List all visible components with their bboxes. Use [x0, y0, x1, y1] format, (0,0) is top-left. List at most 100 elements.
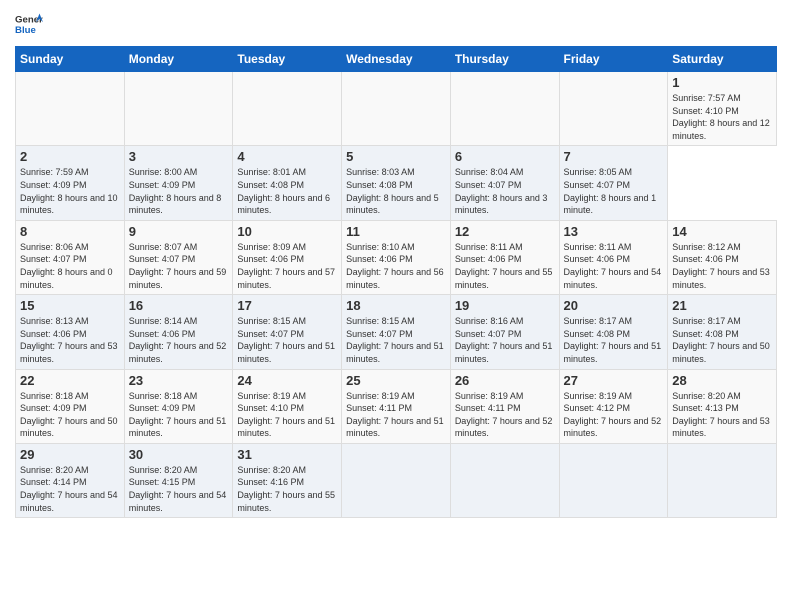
day-info: Sunrise: 8:17 AMSunset: 4:08 PMDaylight:… — [672, 316, 770, 364]
table-row: 29 Sunrise: 8:20 AMSunset: 4:14 PMDaylig… — [16, 443, 777, 517]
calendar-cell: 27 Sunrise: 8:19 AMSunset: 4:12 PMDaylig… — [559, 369, 668, 443]
calendar-cell — [233, 72, 342, 146]
calendar-cell: 4 Sunrise: 8:01 AMSunset: 4:08 PMDayligh… — [233, 146, 342, 220]
day-number: 6 — [455, 149, 555, 164]
table-row: 15 Sunrise: 8:13 AMSunset: 4:06 PMDaylig… — [16, 295, 777, 369]
day-number: 31 — [237, 447, 337, 462]
day-number: 3 — [129, 149, 229, 164]
calendar-cell: 20 Sunrise: 8:17 AMSunset: 4:08 PMDaylig… — [559, 295, 668, 369]
calendar-cell: 23 Sunrise: 8:18 AMSunset: 4:09 PMDaylig… — [124, 369, 233, 443]
table-row: 8 Sunrise: 8:06 AMSunset: 4:07 PMDayligh… — [16, 220, 777, 294]
day-info: Sunrise: 8:20 AMSunset: 4:14 PMDaylight:… — [20, 465, 118, 513]
day-info: Sunrise: 8:19 AMSunset: 4:11 PMDaylight:… — [455, 391, 553, 439]
calendar-cell — [559, 443, 668, 517]
calendar-cell: 31 Sunrise: 8:20 AMSunset: 4:16 PMDaylig… — [233, 443, 342, 517]
day-info: Sunrise: 8:13 AMSunset: 4:06 PMDaylight:… — [20, 316, 118, 364]
calendar-cell: 28 Sunrise: 8:20 AMSunset: 4:13 PMDaylig… — [668, 369, 777, 443]
calendar-cell: 15 Sunrise: 8:13 AMSunset: 4:06 PMDaylig… — [16, 295, 125, 369]
day-info: Sunrise: 8:18 AMSunset: 4:09 PMDaylight:… — [129, 391, 227, 439]
day-info: Sunrise: 8:01 AMSunset: 4:08 PMDaylight:… — [237, 167, 330, 215]
calendar-cell: 24 Sunrise: 8:19 AMSunset: 4:10 PMDaylig… — [233, 369, 342, 443]
calendar-cell: 16 Sunrise: 8:14 AMSunset: 4:06 PMDaylig… — [124, 295, 233, 369]
calendar-cell — [16, 72, 125, 146]
day-number: 7 — [564, 149, 664, 164]
day-info: Sunrise: 8:09 AMSunset: 4:06 PMDaylight:… — [237, 242, 335, 290]
table-row: 2 Sunrise: 7:59 AMSunset: 4:09 PMDayligh… — [16, 146, 777, 220]
day-number: 15 — [20, 298, 120, 313]
day-info: Sunrise: 8:19 AMSunset: 4:11 PMDaylight:… — [346, 391, 444, 439]
calendar-cell: 12 Sunrise: 8:11 AMSunset: 4:06 PMDaylig… — [450, 220, 559, 294]
day-info: Sunrise: 8:18 AMSunset: 4:09 PMDaylight:… — [20, 391, 118, 439]
calendar-cell — [342, 72, 451, 146]
logo-icon: General Blue — [15, 10, 43, 38]
day-number: 24 — [237, 373, 337, 388]
day-number: 22 — [20, 373, 120, 388]
calendar-cell: 21 Sunrise: 8:17 AMSunset: 4:08 PMDaylig… — [668, 295, 777, 369]
day-info: Sunrise: 8:11 AMSunset: 4:06 PMDaylight:… — [455, 242, 553, 290]
day-info: Sunrise: 7:57 AMSunset: 4:10 PMDaylight:… — [672, 93, 770, 141]
day-info: Sunrise: 8:16 AMSunset: 4:07 PMDaylight:… — [455, 316, 553, 364]
day-info: Sunrise: 8:20 AMSunset: 4:13 PMDaylight:… — [672, 391, 770, 439]
calendar-cell: 18 Sunrise: 8:15 AMSunset: 4:07 PMDaylig… — [342, 295, 451, 369]
day-info: Sunrise: 8:20 AMSunset: 4:15 PMDaylight:… — [129, 465, 227, 513]
day-info: Sunrise: 8:19 AMSunset: 4:12 PMDaylight:… — [564, 391, 662, 439]
calendar-table: Sunday Monday Tuesday Wednesday Thursday… — [15, 46, 777, 518]
day-number: 9 — [129, 224, 229, 239]
calendar-cell: 29 Sunrise: 8:20 AMSunset: 4:14 PMDaylig… — [16, 443, 125, 517]
calendar-cell: 13 Sunrise: 8:11 AMSunset: 4:06 PMDaylig… — [559, 220, 668, 294]
day-info: Sunrise: 8:14 AMSunset: 4:06 PMDaylight:… — [129, 316, 227, 364]
day-number: 1 — [672, 75, 772, 90]
day-info: Sunrise: 8:05 AMSunset: 4:07 PMDaylight:… — [564, 167, 657, 215]
day-number: 28 — [672, 373, 772, 388]
day-number: 30 — [129, 447, 229, 462]
day-info: Sunrise: 8:15 AMSunset: 4:07 PMDaylight:… — [237, 316, 335, 364]
svg-text:Blue: Blue — [15, 25, 36, 36]
col-monday: Monday — [124, 47, 233, 72]
day-info: Sunrise: 8:15 AMSunset: 4:07 PMDaylight:… — [346, 316, 444, 364]
calendar-cell: 3 Sunrise: 8:00 AMSunset: 4:09 PMDayligh… — [124, 146, 233, 220]
calendar-cell: 1 Sunrise: 7:57 AMSunset: 4:10 PMDayligh… — [668, 72, 777, 146]
calendar-cell — [559, 72, 668, 146]
day-info: Sunrise: 8:19 AMSunset: 4:10 PMDaylight:… — [237, 391, 335, 439]
header-row: Sunday Monday Tuesday Wednesday Thursday… — [16, 47, 777, 72]
logo: General Blue — [15, 10, 43, 38]
calendar-cell: 17 Sunrise: 8:15 AMSunset: 4:07 PMDaylig… — [233, 295, 342, 369]
day-number: 29 — [20, 447, 120, 462]
day-number: 14 — [672, 224, 772, 239]
table-row: 1 Sunrise: 7:57 AMSunset: 4:10 PMDayligh… — [16, 72, 777, 146]
calendar-cell: 30 Sunrise: 8:20 AMSunset: 4:15 PMDaylig… — [124, 443, 233, 517]
day-info: Sunrise: 8:06 AMSunset: 4:07 PMDaylight:… — [20, 242, 113, 290]
calendar-cell: 5 Sunrise: 8:03 AMSunset: 4:08 PMDayligh… — [342, 146, 451, 220]
calendar-cell — [342, 443, 451, 517]
day-number: 25 — [346, 373, 446, 388]
day-number: 18 — [346, 298, 446, 313]
calendar-cell: 9 Sunrise: 8:07 AMSunset: 4:07 PMDayligh… — [124, 220, 233, 294]
day-number: 26 — [455, 373, 555, 388]
calendar-cell: 8 Sunrise: 8:06 AMSunset: 4:07 PMDayligh… — [16, 220, 125, 294]
table-row: 22 Sunrise: 8:18 AMSunset: 4:09 PMDaylig… — [16, 369, 777, 443]
calendar-cell: 14 Sunrise: 8:12 AMSunset: 4:06 PMDaylig… — [668, 220, 777, 294]
calendar-cell — [124, 72, 233, 146]
calendar-cell: 11 Sunrise: 8:10 AMSunset: 4:06 PMDaylig… — [342, 220, 451, 294]
day-info: Sunrise: 8:12 AMSunset: 4:06 PMDaylight:… — [672, 242, 770, 290]
day-number: 12 — [455, 224, 555, 239]
day-info: Sunrise: 8:10 AMSunset: 4:06 PMDaylight:… — [346, 242, 444, 290]
calendar-cell — [450, 443, 559, 517]
day-number: 20 — [564, 298, 664, 313]
day-info: Sunrise: 7:59 AMSunset: 4:09 PMDaylight:… — [20, 167, 118, 215]
day-number: 16 — [129, 298, 229, 313]
day-number: 13 — [564, 224, 664, 239]
day-info: Sunrise: 8:04 AMSunset: 4:07 PMDaylight:… — [455, 167, 548, 215]
calendar-cell: 22 Sunrise: 8:18 AMSunset: 4:09 PMDaylig… — [16, 369, 125, 443]
calendar-container: General Blue Sunday Monday Tuesday Wedne… — [0, 0, 792, 523]
calendar-cell: 25 Sunrise: 8:19 AMSunset: 4:11 PMDaylig… — [342, 369, 451, 443]
calendar-cell — [668, 443, 777, 517]
calendar-cell — [450, 72, 559, 146]
col-saturday: Saturday — [668, 47, 777, 72]
day-number: 21 — [672, 298, 772, 313]
day-info: Sunrise: 8:11 AMSunset: 4:06 PMDaylight:… — [564, 242, 662, 290]
day-number: 19 — [455, 298, 555, 313]
calendar-cell: 7 Sunrise: 8:05 AMSunset: 4:07 PMDayligh… — [559, 146, 668, 220]
day-number: 27 — [564, 373, 664, 388]
calendar-cell: 6 Sunrise: 8:04 AMSunset: 4:07 PMDayligh… — [450, 146, 559, 220]
